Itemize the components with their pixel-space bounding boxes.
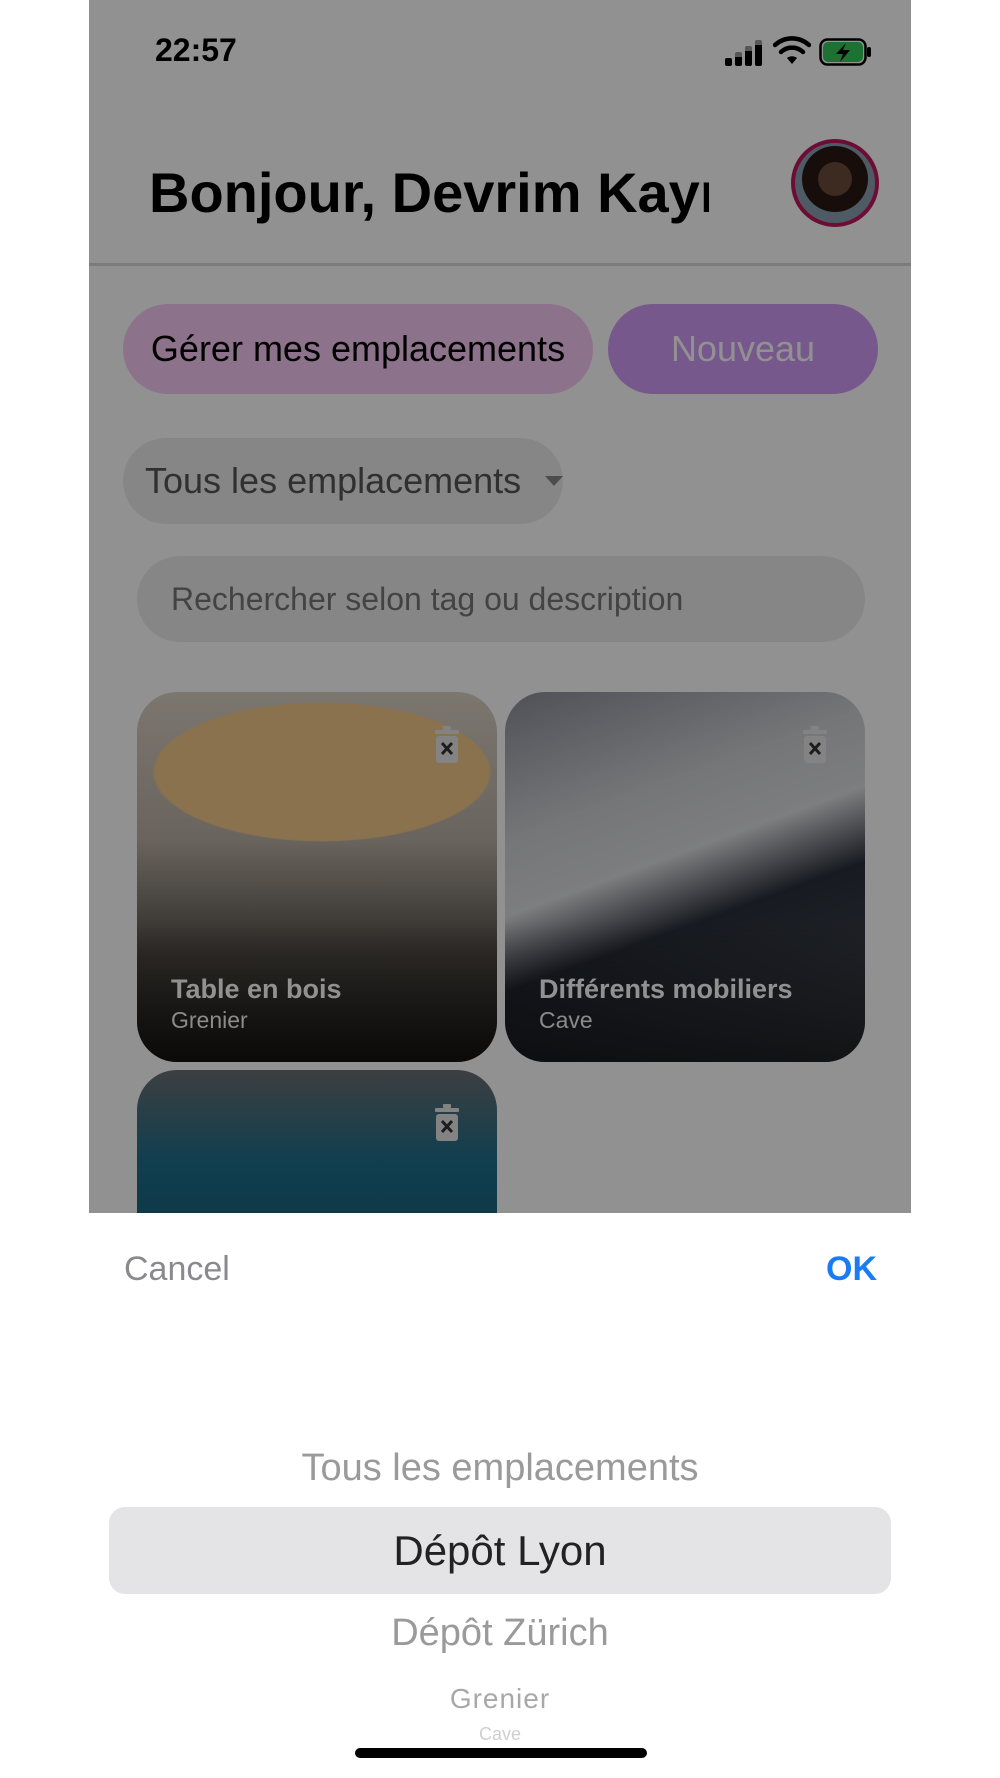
item-card[interactable]: [137, 1070, 497, 1213]
location-filter-dropdown[interactable]: Tous les emplacements: [123, 438, 563, 524]
ok-button[interactable]: OK: [826, 1250, 877, 1289]
location-filter-value: Tous les emplacements: [145, 460, 522, 501]
wifi-icon: [773, 36, 811, 64]
search-input[interactable]: [137, 556, 865, 642]
picker-option[interactable]: Grenier: [0, 1683, 1000, 1715]
picker-option-selected[interactable]: Dépôt Lyon: [0, 1527, 1000, 1575]
trash-icon[interactable]: [801, 726, 829, 764]
battery-charging-icon: [819, 38, 871, 66]
item-card[interactable]: Table en bois Grenier: [137, 692, 497, 1062]
status-bar: 22:57: [89, 0, 911, 104]
trash-icon[interactable]: [433, 1104, 461, 1142]
item-title: Différents mobiliers: [539, 974, 793, 1004]
signal-icon: [725, 40, 762, 66]
new-item-button[interactable]: Nouveau: [608, 304, 878, 394]
status-time: 22:57: [155, 32, 237, 68]
picker-option[interactable]: Tous les emplacements: [0, 1447, 1000, 1490]
chevron-down-icon: [545, 476, 563, 486]
app-screen: 22:57 Bonjour, Devrim Kayn Gérer mes emp…: [89, 0, 911, 1213]
header-divider: [89, 263, 911, 266]
manage-locations-button[interactable]: Gérer mes emplacements: [123, 304, 593, 394]
item-location: Cave: [539, 1007, 593, 1033]
item-location: Grenier: [171, 1007, 248, 1033]
item-title: Table en bois: [171, 974, 342, 1004]
greeting-title: Bonjour, Devrim Kayn: [149, 161, 709, 224]
item-card[interactable]: Différents mobiliers Cave: [505, 692, 865, 1062]
picker-option[interactable]: Cave: [0, 1727, 1000, 1741]
cancel-button[interactable]: Cancel: [124, 1250, 230, 1289]
picker-option[interactable]: Dépôt Zürich: [0, 1612, 1000, 1655]
trash-icon[interactable]: [433, 726, 461, 764]
home-indicator[interactable]: [355, 1748, 647, 1758]
avatar[interactable]: [791, 139, 879, 227]
